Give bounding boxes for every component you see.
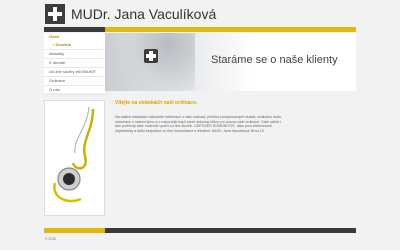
nav-item-o-nas[interactable]: O nás	[44, 86, 105, 95]
main-content: Vítejte na stránkách naší ordinace. Na n…	[115, 100, 351, 214]
medical-cross-icon[interactable]	[45, 4, 65, 24]
nav-item-k-uhrade[interactable]: K úhradě	[44, 59, 105, 68]
copyright-text: © 2010	[45, 237, 57, 241]
nav-subitem-uvodem[interactable]: • Úvodem	[44, 41, 105, 50]
stethoscope-image	[44, 100, 105, 216]
nav-item-aktuality[interactable]: Aktuality	[44, 50, 105, 59]
nav-subitem-label: Úvodem	[55, 42, 72, 47]
nav-item-online-sluzby[interactable]: On-line služby eKOMUNIT	[44, 68, 105, 77]
top-bar-left	[44, 27, 105, 32]
nav-item-uvod[interactable]: Úvod	[44, 33, 105, 41]
page-wrapper: MUDr. Jana Vaculíková Úvod • Úvodem Aktu…	[44, 0, 356, 250]
stethoscope-icon	[53, 106, 95, 203]
site-title[interactable]: MUDr. Jana Vaculíková	[71, 6, 216, 22]
intro-paragraph: Na našich stránkách naleznete informace …	[115, 115, 283, 133]
footer-bar-dark	[105, 228, 356, 233]
nav-item-ordinace[interactable]: Ordinace	[44, 77, 105, 86]
top-bar-accent	[105, 27, 356, 32]
footer-bar-accent	[44, 228, 105, 233]
sidebar-nav: Úvod • Úvodem Aktuality K úhradě On-line…	[44, 33, 105, 95]
welcome-heading: Vítejte na stránkách naší ordinace.	[115, 100, 198, 106]
medical-cross-icon	[144, 49, 158, 63]
banner-tagline: Staráme se o naše klienty	[211, 54, 338, 66]
site-header: MUDr. Jana Vaculíková	[44, 0, 356, 27]
hero-banner: Staráme se o naše klienty	[105, 33, 356, 91]
